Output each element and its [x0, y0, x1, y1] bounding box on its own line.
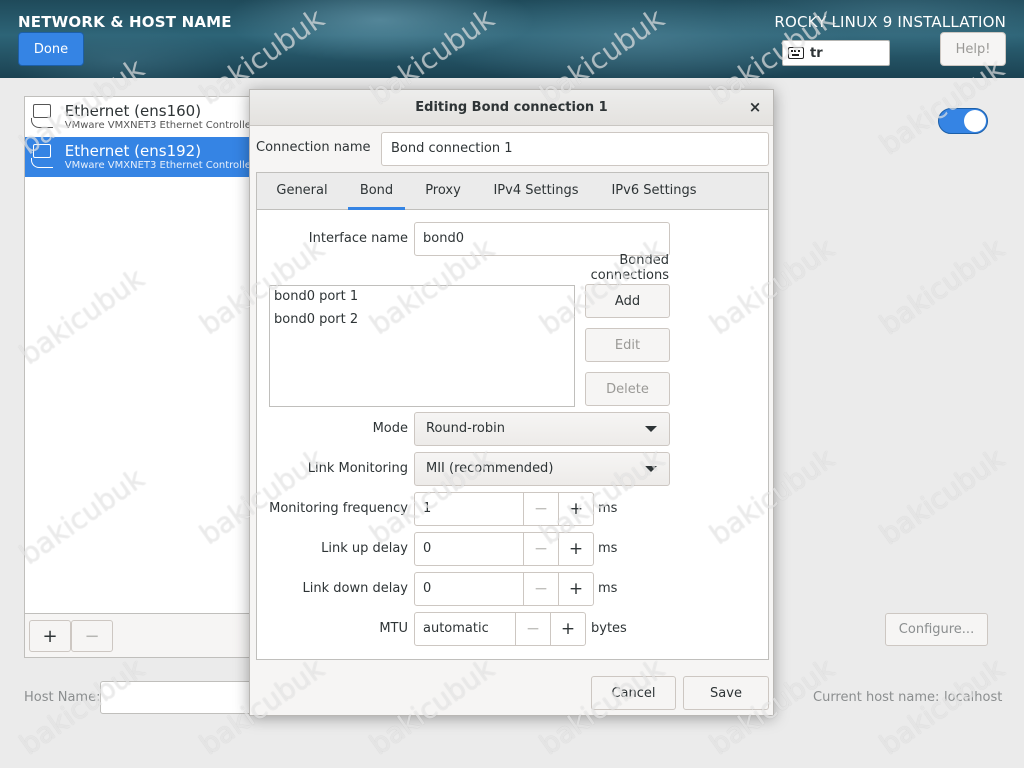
increment-button[interactable]: +: [558, 493, 593, 525]
decrement-button[interactable]: −: [523, 573, 558, 605]
connection-name-input[interactable]: Bond connection 1: [381, 132, 769, 166]
link-down-delay-label: Link down delay: [302, 581, 409, 596]
chevron-down-icon: [645, 426, 657, 432]
remove-device-button[interactable]: −: [71, 620, 113, 652]
tab-proxy[interactable]: Proxy: [415, 173, 471, 210]
bytes-unit-label: bytes: [591, 621, 627, 636]
mode-label: Mode: [372, 421, 408, 436]
list-item[interactable]: bond0 port 1: [270, 286, 574, 309]
ms-unit-label: ms: [598, 581, 618, 596]
keyboard-layout-label: tr: [810, 45, 823, 61]
add-port-button[interactable]: Add: [585, 284, 670, 318]
network-wired-icon: [29, 102, 59, 132]
device-enable-toggle[interactable]: [938, 108, 988, 134]
header-banner: NETWORK & HOST NAME Done ROCKY LINUX 9 I…: [0, 0, 1024, 78]
spoke-title: NETWORK & HOST NAME: [18, 13, 232, 31]
current-host-name-value: localhost: [944, 690, 1003, 705]
interface-name-input[interactable]: bond0: [414, 222, 670, 256]
dialog-title: Editing Bond connection 1: [250, 90, 773, 126]
link-monitoring-value: MII (recommended): [426, 461, 554, 476]
link-up-delay-value[interactable]: 0: [415, 533, 523, 565]
device-description: VMware VMXNET3 Ethernet Controller: [64, 119, 255, 131]
device-toolbar: + −: [25, 613, 255, 657]
chevron-down-icon: [645, 466, 657, 472]
monitoring-frequency-value[interactable]: 1: [415, 493, 523, 525]
tab-ipv6-settings[interactable]: IPv6 Settings: [601, 173, 707, 210]
edit-port-button[interactable]: Edit: [585, 328, 670, 362]
device-item-ens160[interactable]: Ethernet (ens160) VMware VMXNET3 Etherne…: [25, 97, 255, 137]
decrement-button[interactable]: −: [523, 493, 558, 525]
link-up-delay-label: Link up delay: [321, 541, 408, 556]
configure-button[interactable]: Configure...: [885, 613, 988, 646]
device-list: Ethernet (ens160) VMware VMXNET3 Etherne…: [25, 97, 255, 615]
settings-notebook: General Bond Proxy IPv4 Settings IPv6 Se…: [256, 172, 769, 660]
decrement-button[interactable]: −: [523, 533, 558, 565]
connection-name-label: Connection name: [256, 140, 371, 155]
delete-port-button[interactable]: Delete: [585, 372, 670, 406]
monitoring-frequency-stepper[interactable]: 1 − +: [414, 492, 594, 526]
increment-button[interactable]: +: [558, 573, 593, 605]
increment-button[interactable]: +: [558, 533, 593, 565]
device-item-ens192[interactable]: Ethernet (ens192) VMware VMXNET3 Etherne…: [25, 137, 255, 177]
host-name-input[interactable]: [100, 681, 260, 714]
monitoring-frequency-label: Monitoring frequency: [269, 501, 408, 516]
link-monitoring-label: Link Monitoring: [307, 461, 408, 476]
device-list-panel: Ethernet (ens160) VMware VMXNET3 Etherne…: [24, 96, 256, 658]
help-button[interactable]: Help!: [940, 32, 1006, 66]
watermark: bakicubuk: [873, 651, 1011, 762]
mtu-label: MTU: [379, 621, 408, 636]
tab-general[interactable]: General: [267, 173, 337, 210]
device-description: VMware VMXNET3 Ethernet Controller: [64, 159, 255, 171]
edit-connection-dialog: Editing Bond connection 1 × Connection n…: [249, 89, 774, 716]
mode-dropdown[interactable]: Round-robin: [414, 412, 670, 446]
product-title: ROCKY LINUX 9 INSTALLATION: [774, 13, 1006, 31]
watermark: bakicubuk: [873, 441, 1011, 552]
mode-value: Round-robin: [426, 421, 505, 436]
watermark: bakicubuk: [873, 231, 1011, 342]
network-wired-icon: [29, 142, 59, 172]
tab-bar: General Bond Proxy IPv4 Settings IPv6 Se…: [257, 173, 768, 210]
link-monitoring-dropdown[interactable]: MII (recommended): [414, 452, 670, 486]
tab-bond[interactable]: Bond: [348, 173, 405, 210]
keyboard-layout-indicator[interactable]: tr: [782, 40, 890, 66]
decrement-button[interactable]: −: [515, 613, 550, 645]
list-item[interactable]: bond0 port 2: [270, 309, 574, 332]
link-down-delay-stepper[interactable]: 0 − +: [414, 572, 594, 606]
device-name: Ethernet (ens192): [64, 141, 202, 160]
save-button[interactable]: Save: [683, 676, 769, 710]
bonded-connections-list[interactable]: bond0 port 1 bond0 port 2: [269, 285, 575, 407]
mtu-value[interactable]: automatic: [415, 613, 515, 645]
keyboard-icon: [788, 47, 804, 59]
link-up-delay-stepper[interactable]: 0 − +: [414, 532, 594, 566]
ms-unit-label: ms: [598, 501, 618, 516]
close-icon[interactable]: ×: [747, 99, 763, 115]
mtu-stepper[interactable]: automatic − +: [414, 612, 586, 646]
increment-button[interactable]: +: [550, 613, 585, 645]
current-host-name-label: Current host name:: [813, 690, 940, 705]
tab-ipv4-settings[interactable]: IPv4 Settings: [483, 173, 589, 210]
add-device-button[interactable]: +: [29, 620, 71, 652]
bonded-connections-label: Bonded connections: [590, 253, 669, 283]
interface-name-label: Interface name: [308, 231, 408, 246]
ms-unit-label: ms: [598, 541, 618, 556]
host-name-label: Host Name:: [24, 690, 101, 705]
link-down-delay-value[interactable]: 0: [415, 573, 523, 605]
device-name: Ethernet (ens160): [64, 101, 202, 120]
cancel-button[interactable]: Cancel: [591, 676, 676, 710]
done-button[interactable]: Done: [18, 32, 84, 66]
